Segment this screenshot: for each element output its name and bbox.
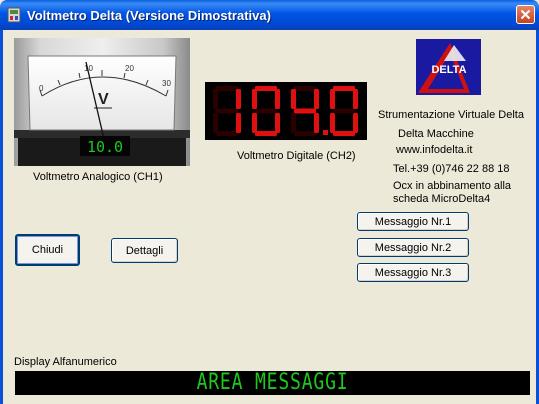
segment-f xyxy=(252,89,257,109)
close-icon xyxy=(520,9,531,20)
meter-scale-label-0: 0 xyxy=(39,84,44,93)
digit-2 xyxy=(252,86,280,136)
messaggio-3-button[interactable]: Messaggio Nr.3 xyxy=(357,263,469,282)
segment-d xyxy=(294,131,316,136)
chiudi-button[interactable]: Chiudi xyxy=(15,234,80,266)
display-text: AREA MESSAGGI xyxy=(196,370,349,395)
segment-a xyxy=(216,86,238,91)
meter-unit-label: V xyxy=(98,91,109,108)
analog-voltmeter: 0 10 20 30 V 10.0 xyxy=(14,38,190,166)
display-label: Display Alfanumerico xyxy=(14,356,117,368)
segment-d xyxy=(216,131,238,136)
segment-e xyxy=(252,113,257,133)
segment-d xyxy=(255,131,277,136)
logo-text: DELTA xyxy=(431,64,466,76)
segment-a xyxy=(333,86,355,91)
info-ocx-line1: Ocx in abbinamento alla xyxy=(393,180,512,192)
analog-caption: Voltmetro Analogico (CH1) xyxy=(33,171,163,183)
digit-3 xyxy=(291,86,319,136)
segment-g xyxy=(294,108,316,114)
meter-scale-label-20: 20 xyxy=(125,64,134,73)
segment-g xyxy=(333,108,355,114)
digital-segments xyxy=(213,86,358,136)
segment-e xyxy=(330,113,335,133)
digital-display xyxy=(205,82,367,140)
meter-scale-label-30: 30 xyxy=(162,79,171,88)
segment-g xyxy=(255,108,277,114)
info-company: Delta Macchine xyxy=(398,128,474,140)
segment-b xyxy=(353,89,358,109)
segment-e xyxy=(213,113,218,133)
segment-d xyxy=(333,131,355,136)
segment-c xyxy=(353,113,358,133)
segment-g xyxy=(216,108,238,114)
digit-4 xyxy=(330,86,358,136)
meter-readout: 10.0 xyxy=(87,138,123,156)
segment-a xyxy=(255,86,277,91)
messaggio-2-button[interactable]: Messaggio Nr.2 xyxy=(357,238,469,257)
segment-b xyxy=(275,89,280,109)
info-phone: Tel.+39 (0)746 22 88 18 xyxy=(393,163,510,175)
segment-c xyxy=(314,113,319,133)
segment-c xyxy=(236,113,241,133)
digit-1 xyxy=(213,86,241,136)
segment-e xyxy=(291,113,296,133)
window-title: Voltmetro Delta (Versione Dimostrativa) xyxy=(27,8,271,23)
app-icon xyxy=(7,7,21,23)
decimal-point xyxy=(323,130,328,135)
segment-c xyxy=(275,113,280,133)
title-bar[interactable]: Voltmetro Delta (Versione Dimostrativa) xyxy=(0,0,539,30)
close-button[interactable] xyxy=(516,5,535,24)
dettagli-button[interactable]: Dettagli xyxy=(111,238,178,263)
info-website: www.infodelta.it xyxy=(396,144,473,156)
messaggio-1-button[interactable]: Messaggio Nr.1 xyxy=(357,212,469,231)
info-product: Strumentazione Virtuale Delta xyxy=(378,109,524,121)
segment-b xyxy=(314,89,319,109)
digital-caption: Voltmetro Digitale (CH2) xyxy=(237,150,356,162)
segment-a xyxy=(294,86,316,91)
alphanumeric-display: AREA MESSAGGI xyxy=(15,371,530,395)
delta-logo: DELTA xyxy=(416,39,481,95)
segment-f xyxy=(330,89,335,109)
segment-b xyxy=(236,89,241,109)
info-ocx-line2: scheda MicroDelta4 xyxy=(393,193,491,205)
segment-f xyxy=(291,89,296,109)
segment-f xyxy=(213,89,218,109)
